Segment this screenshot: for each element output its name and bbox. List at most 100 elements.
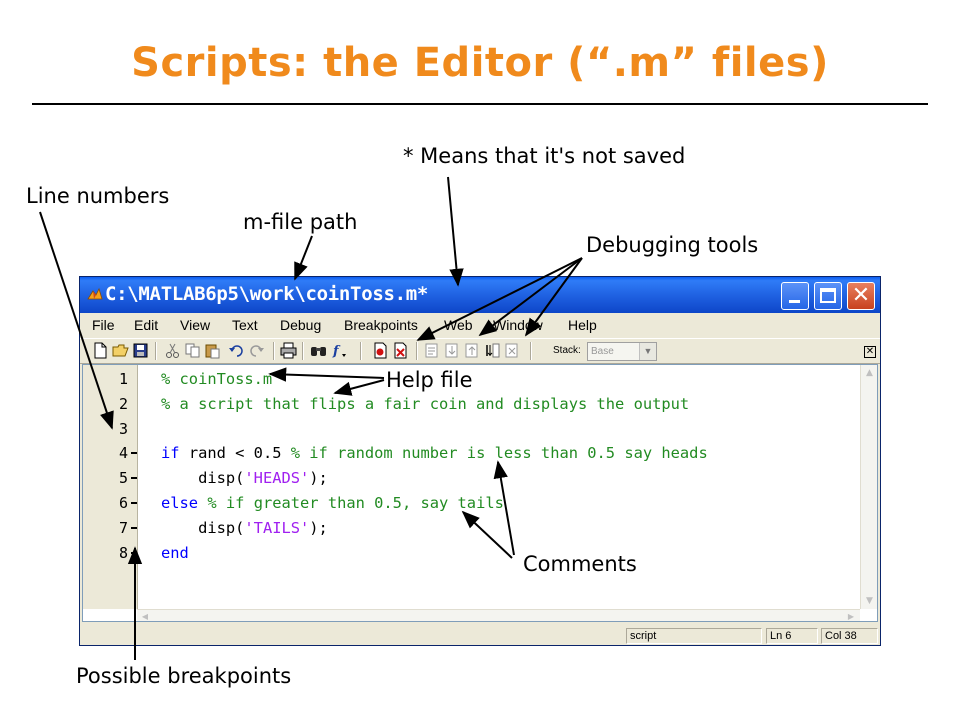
scroll-right-icon[interactable]: ▶ <box>843 610 859 621</box>
step-in-icon[interactable] <box>444 342 461 359</box>
matlab-icon <box>87 287 103 300</box>
stack-label: Stack: <box>553 345 581 356</box>
set-breakpoint-icon[interactable] <box>372 342 389 359</box>
horizontal-scrollbar[interactable]: ◀ ▶ <box>137 609 860 621</box>
slide-title: Scripts: the Editor (“.m” files) <box>131 40 829 86</box>
code-token: % coinToss.m <box>161 370 273 388</box>
code-line[interactable]: if rand < 0.5 % if random number is less… <box>161 443 708 463</box>
toolbar-separator <box>416 342 418 360</box>
callout-comments: Comments <box>523 552 637 576</box>
paste-icon[interactable] <box>204 342 221 359</box>
scroll-up-icon[interactable]: ▲ <box>861 365 877 381</box>
close-icon: ✕ <box>851 283 871 308</box>
scroll-left-icon[interactable]: ◀ <box>137 610 153 621</box>
status-bar: script Ln 6 Col 38 <box>80 625 880 645</box>
maximize-button[interactable] <box>814 282 842 310</box>
code-editor[interactable]: 1 2 3 4 5 6 7 8 % coinToss.m % a script that fli… <box>82 364 878 622</box>
code-line[interactable]: % coinToss.m <box>161 369 272 389</box>
step-out-icon[interactable] <box>464 342 481 359</box>
menu-debug[interactable]: Debug <box>280 317 321 333</box>
callout-debugging-tools: Debugging tools <box>586 233 759 257</box>
menu-view[interactable]: View <box>180 317 210 333</box>
chevron-down-icon: ▼ <box>639 343 656 360</box>
line-number: 1 <box>118 370 128 388</box>
clear-breakpoints-icon[interactable] <box>392 342 409 359</box>
copy-icon[interactable] <box>184 342 201 359</box>
continue-icon[interactable] <box>484 342 501 359</box>
editor-window: C:\MATLAB6p5\work\coinToss.m* ✕ File Edi… <box>79 276 881 646</box>
cut-icon[interactable] <box>164 342 181 359</box>
code-token: disp( <box>161 469 245 488</box>
menu-breakpoints[interactable]: Breakpoints <box>344 317 418 333</box>
menu-text[interactable]: Text <box>232 317 258 333</box>
toolbar-separator <box>273 342 275 360</box>
editor-toolbar: f Stack: Base ▼ ✕ <box>80 338 880 364</box>
scroll-down-icon[interactable]: ▼ <box>861 593 877 609</box>
status-mode: script <box>626 628 762 644</box>
code-line[interactable]: % a script that flips a fair coin and di… <box>161 394 689 414</box>
menu-help[interactable]: Help <box>568 317 597 333</box>
code-token: 'TAILS' <box>244 518 310 537</box>
save-icon[interactable] <box>132 342 149 359</box>
code-token: rand < 0.5 <box>179 444 291 463</box>
code-line[interactable]: else % if greater than 0.5, say tails <box>161 493 504 513</box>
toolbar-close-icon[interactable]: ✕ <box>864 346 876 358</box>
breakpoint-marker[interactable] <box>131 551 137 554</box>
redo-icon[interactable] <box>248 342 265 359</box>
minimize-button[interactable] <box>781 282 809 310</box>
maximize-icon <box>820 288 836 303</box>
menu-window[interactable]: Window <box>493 317 543 333</box>
print-icon[interactable] <box>280 342 297 359</box>
line-number: 7 <box>118 518 128 537</box>
menu-file[interactable]: File <box>92 317 115 333</box>
breakpoint-marker[interactable] <box>131 502 137 504</box>
code-line[interactable]: end <box>161 543 189 563</box>
window-title: C:\MATLAB6p5\work\coinToss.m* <box>105 283 429 305</box>
arrow-not-saved <box>447 176 464 287</box>
function-icon[interactable]: f <box>332 342 349 359</box>
stack-value: Base <box>591 346 614 357</box>
vertical-scrollbar[interactable]: ▲ ▼ <box>860 365 877 609</box>
callout-line-numbers: Line numbers <box>26 184 170 208</box>
line-number: 5 <box>118 469 128 488</box>
exit-debug-icon[interactable] <box>504 342 521 359</box>
code-line[interactable]: disp('TAILS'); <box>161 518 328 538</box>
find-binoculars-icon[interactable] <box>310 342 327 359</box>
menu-bar: File Edit View Text Debug Breakpoints We… <box>80 314 880 336</box>
callout-help-file: Help file <box>386 368 473 392</box>
close-button[interactable]: ✕ <box>847 282 875 310</box>
window-titlebar[interactable]: C:\MATLAB6p5\work\coinToss.m* ✕ <box>80 277 880 313</box>
code-token: 'HEADS' <box>244 469 310 488</box>
new-file-icon[interactable] <box>92 342 109 359</box>
code-token: disp( <box>161 518 245 537</box>
open-folder-icon[interactable] <box>112 342 129 359</box>
toolbar-separator <box>360 342 362 360</box>
stack-dropdown[interactable]: Base ▼ <box>587 342 657 361</box>
menu-web[interactable]: Web <box>444 317 473 333</box>
callout-mfile-path: m-file path <box>243 210 358 234</box>
minimize-icon <box>789 300 800 303</box>
code-token: end <box>161 543 189 562</box>
line-number-gutter: 1 2 3 4 5 6 7 8 <box>83 365 138 609</box>
breakpoint-marker[interactable] <box>131 452 137 455</box>
code-token: ); <box>309 518 328 537</box>
toolbar-separator <box>155 342 157 360</box>
code-token: if <box>161 444 180 463</box>
toolbar-separator <box>302 342 304 360</box>
status-line: Ln 6 <box>766 628 818 644</box>
code-token: ); <box>309 469 328 488</box>
svg-text:f: f <box>332 344 341 359</box>
undo-icon[interactable] <box>228 342 245 359</box>
title-divider <box>32 103 928 105</box>
line-number: 6 <box>118 494 128 512</box>
status-column: Col 38 <box>821 628 878 644</box>
code-token: % if greater than 0.5, say tails <box>207 494 504 512</box>
step-icon[interactable] <box>424 342 441 359</box>
breakpoint-marker[interactable] <box>131 477 137 480</box>
callout-possible-breakpoints: Possible breakpoints <box>76 664 292 688</box>
menu-edit[interactable]: Edit <box>134 317 158 333</box>
code-line[interactable]: disp('HEADS'); <box>161 468 328 488</box>
breakpoint-marker[interactable] <box>131 526 137 529</box>
line-number: 4 <box>118 444 128 463</box>
